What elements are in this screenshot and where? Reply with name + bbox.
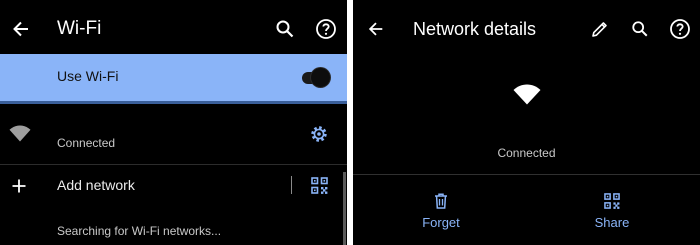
back-arrow-icon[interactable] — [367, 20, 385, 38]
help-icon[interactable] — [669, 18, 691, 40]
page-title: Network details — [413, 19, 537, 39]
search-icon[interactable] — [631, 20, 649, 38]
scrollbar[interactable] — [343, 172, 346, 245]
help-icon[interactable] — [315, 18, 337, 40]
qr-code-icon[interactable] — [604, 193, 620, 209]
divider — [0, 164, 347, 165]
wifi-icon — [9, 125, 31, 142]
pencil-icon[interactable] — [591, 20, 609, 38]
use-wifi-label: Use Wi-Fi — [57, 68, 119, 84]
network-status: Connected — [57, 136, 116, 150]
separator — [291, 176, 292, 194]
back-arrow-icon[interactable] — [11, 19, 31, 39]
forget-button[interactable]: Forget — [411, 215, 471, 230]
wifi-icon — [513, 84, 541, 105]
wifi-settings-screen: Wi-Fi Use Wi-Fi Connected Add network Se… — [0, 0, 347, 245]
network-details-screen: Network details Connected Forget Share — [353, 0, 700, 245]
connection-status: Connected — [497, 146, 556, 160]
searching-status: Searching for Wi-Fi networks... — [57, 224, 222, 238]
divider — [353, 174, 700, 175]
trash-icon[interactable] — [434, 193, 448, 209]
use-wifi-row-shadow — [0, 101, 347, 104]
page-title: Wi-Fi — [57, 18, 102, 39]
add-network-label[interactable]: Add network — [57, 177, 135, 193]
use-wifi-row[interactable] — [0, 54, 347, 101]
plus-icon — [12, 179, 26, 193]
use-wifi-toggle-thumb[interactable] — [311, 68, 330, 87]
search-icon[interactable] — [275, 19, 295, 39]
gear-icon[interactable] — [309, 124, 329, 144]
qr-code-icon[interactable] — [311, 177, 328, 194]
share-button[interactable]: Share — [582, 215, 642, 230]
